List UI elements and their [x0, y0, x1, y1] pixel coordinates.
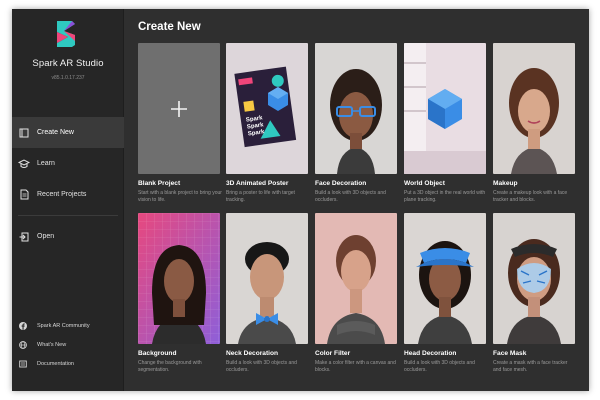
main-content: Create New Blank Project Start with a bl…	[124, 9, 589, 391]
sidebar-item-label: Create New	[37, 129, 74, 136]
template-description: Start with a blank project to bring your…	[138, 190, 222, 203]
template-thumbnail	[315, 43, 397, 174]
sidebar-item-create-new[interactable]: Create New	[12, 117, 124, 148]
template-title: Makeup	[493, 180, 518, 187]
footer-link-documentation[interactable]: Documentation	[12, 354, 124, 373]
template-thumbnail	[493, 213, 575, 344]
template-description: Bring a poster to life with target track…	[226, 190, 295, 203]
template-thumbnail	[315, 213, 397, 344]
template-description: Change the background with segmentation.	[138, 360, 202, 373]
page-title: Create New	[138, 21, 201, 33]
sidebar-nav: Create New Learn Recent Projects Open	[12, 117, 124, 252]
template-title: Face Mask	[493, 350, 527, 357]
open-icon	[18, 231, 30, 243]
sidebar: Spark AR Studio v85.1.0.17.237 Create Ne…	[12, 9, 124, 391]
template-card-makeup[interactable]: Makeup Create a makeup look with a face …	[493, 43, 575, 218]
footer-link-label: Documentation	[37, 360, 74, 367]
template-description: Create a mask with a face tracker and fa…	[493, 360, 568, 373]
spark-ar-logo	[57, 21, 75, 47]
template-thumbnail	[138, 43, 220, 174]
template-card-blank-project[interactable]: Blank Project Start with a blank project…	[138, 43, 222, 218]
nav-divider	[18, 215, 118, 216]
facebook-icon	[18, 321, 28, 331]
template-card-color-filter[interactable]: Color Filter Make a color filter with a …	[315, 213, 397, 388]
template-card-neck-decoration[interactable]: Neck Decoration Build a look with 3D obj…	[226, 213, 308, 388]
app-window: Spark AR Studio v85.1.0.17.237 Create Ne…	[12, 9, 589, 391]
template-title: 3D Animated Poster	[226, 180, 289, 187]
template-description: Create a makeup look with a face tracker…	[493, 190, 568, 203]
template-thumbnail: Spark Spark Spark	[226, 43, 308, 174]
documentation-icon	[18, 359, 28, 369]
sidebar-item-label: Recent Projects	[37, 191, 87, 198]
template-description: Make a color filter with a canvas and bl…	[315, 360, 396, 373]
learn-icon	[18, 158, 30, 170]
sidebar-item-label: Learn	[37, 160, 55, 167]
footer-link-label: Spark AR Community	[37, 322, 90, 329]
app-name: Spark AR Studio	[32, 58, 104, 69]
template-thumbnail	[493, 43, 575, 174]
footer-link-community[interactable]: Spark AR Community	[12, 316, 124, 335]
sidebar-item-label: Open	[37, 233, 55, 240]
template-title: Color Filter	[315, 350, 351, 357]
template-card-face-decoration[interactable]: Face Decoration Build a look with 3D obj…	[315, 43, 397, 218]
template-thumbnail	[138, 213, 220, 344]
template-title: World Object	[404, 180, 445, 187]
create-new-icon	[18, 127, 30, 139]
template-description: Build a look with 3D objects and occlude…	[226, 360, 297, 373]
brand: Spark AR Studio v85.1.0.17.237	[12, 9, 124, 115]
template-card-3d-animated-poster[interactable]: Spark Spark Spark 3D Animated Poster Bri…	[226, 43, 308, 218]
sidebar-item-recent-projects[interactable]: Recent Projects	[12, 179, 124, 210]
sidebar-item-learn[interactable]: Learn	[12, 148, 124, 179]
template-card-head-decoration[interactable]: Head Decoration Build a look with 3D obj…	[404, 213, 486, 388]
template-title: Neck Decoration	[226, 350, 279, 357]
template-thumbnail	[404, 43, 486, 174]
footer-link-label: What's New	[37, 341, 67, 348]
template-card-face-mask[interactable]: Face Mask Create a mask with a face trac…	[493, 213, 575, 388]
template-title: Face Decoration	[315, 180, 367, 187]
template-thumbnail	[404, 213, 486, 344]
sidebar-footer: Spark AR Community What's New Documentat…	[12, 316, 124, 373]
template-title: Background	[138, 350, 177, 357]
template-card-background[interactable]: Background Change the background with se…	[138, 213, 220, 388]
template-description: Put a 3D object in the real world with p…	[404, 190, 486, 203]
sidebar-item-open[interactable]: Open	[12, 221, 124, 252]
template-title: Blank Project	[138, 180, 181, 187]
template-description: Build a look with 3D objects and occlude…	[315, 190, 386, 203]
app-version: v85.1.0.17.237	[51, 75, 85, 81]
template-title: Head Decoration	[404, 350, 457, 357]
template-description: Build a look with 3D objects and occlude…	[404, 360, 475, 373]
footer-link-whats-new[interactable]: What's New	[12, 335, 124, 354]
recent-projects-icon	[18, 189, 30, 201]
template-card-world-object[interactable]: World Object Put a 3D object in the real…	[404, 43, 486, 218]
template-thumbnail	[226, 213, 308, 344]
globe-icon	[18, 340, 28, 350]
